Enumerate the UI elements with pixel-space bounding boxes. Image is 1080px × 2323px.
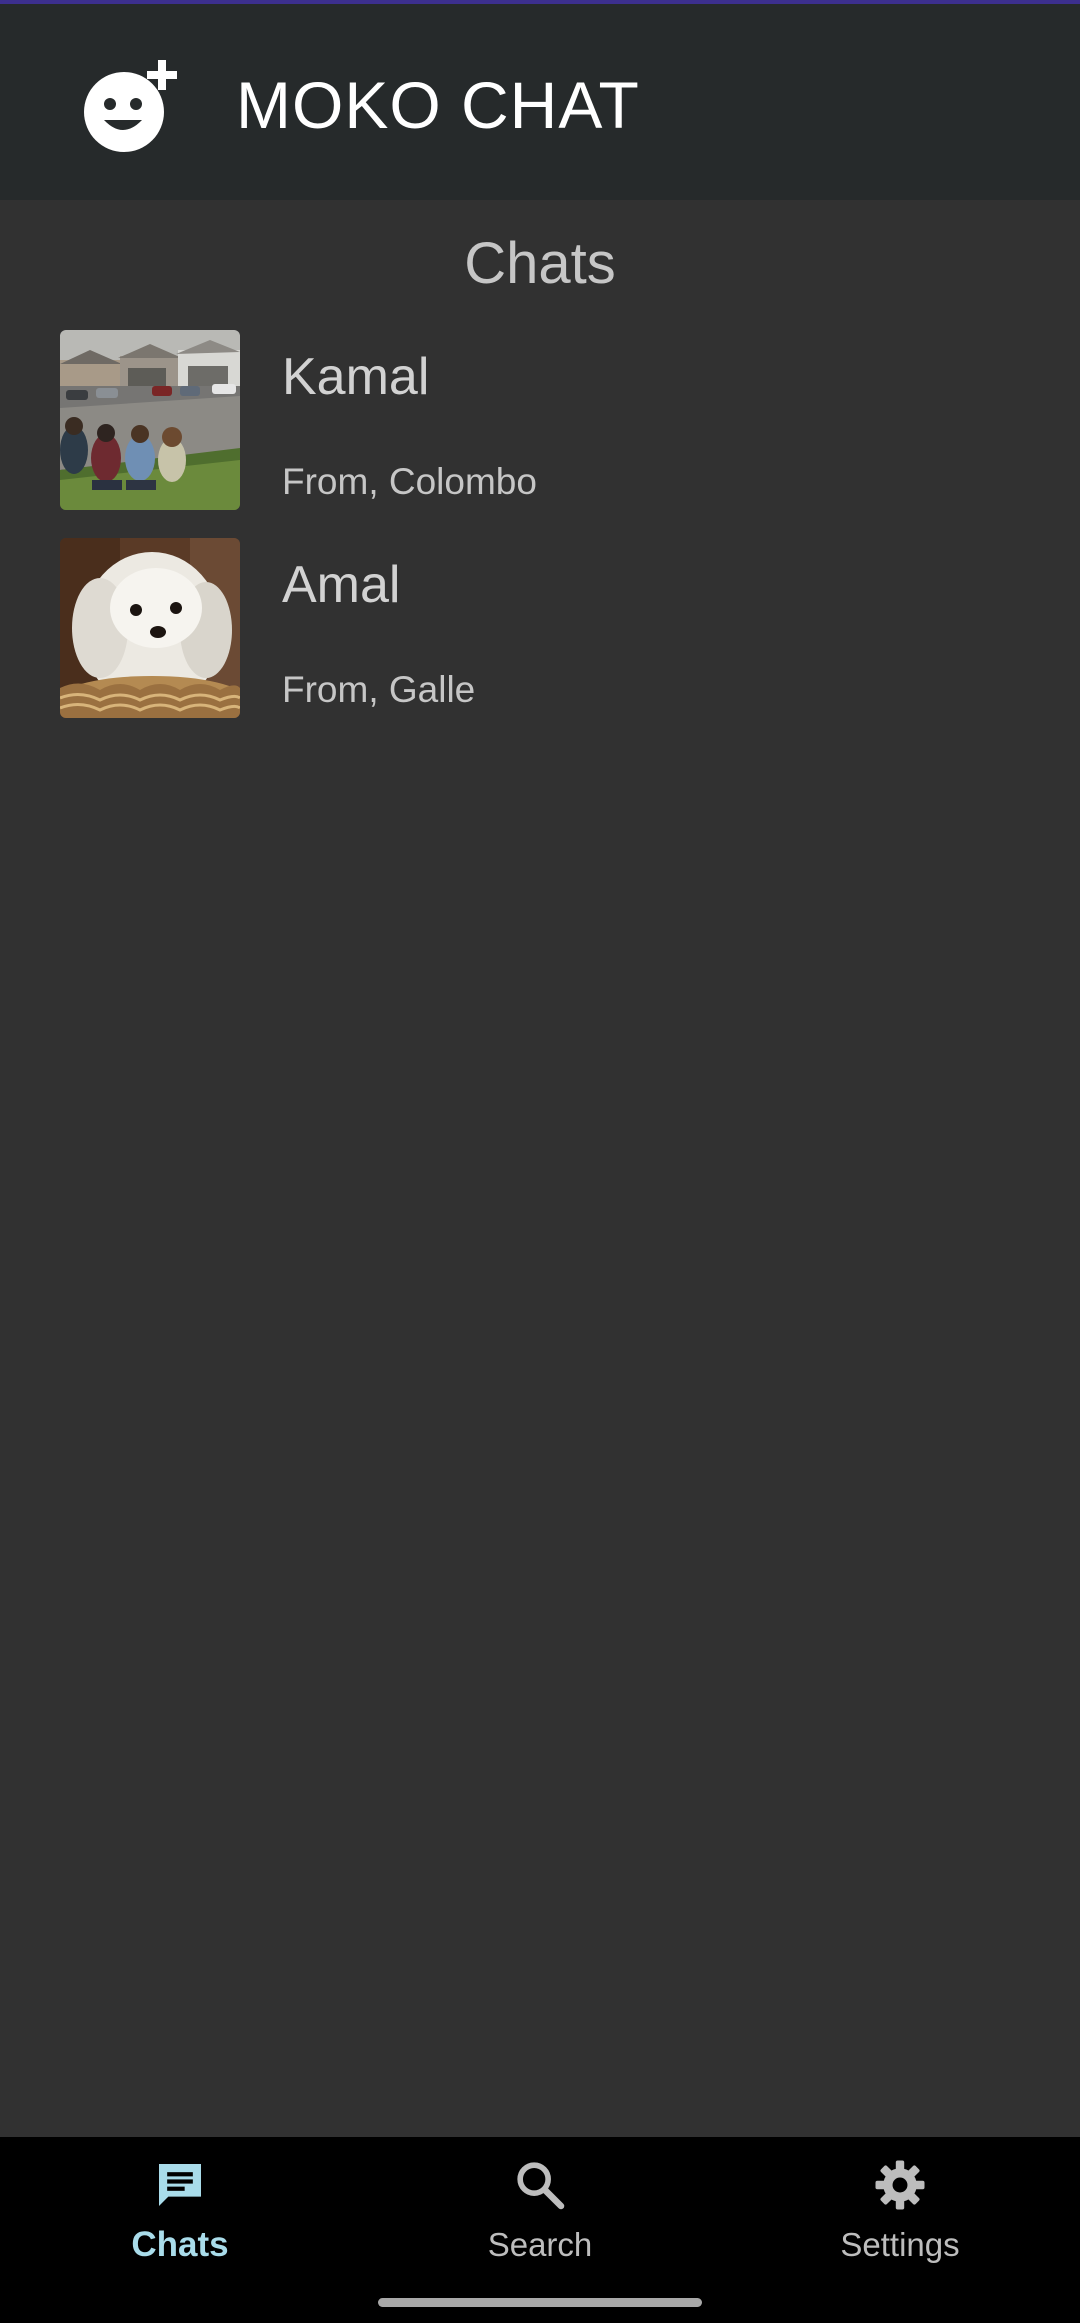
- app-title: MOKO CHAT: [236, 68, 640, 142]
- bottom-navigation: Chats Search Settings: [0, 2137, 1080, 2323]
- contact-location: From, Galle: [282, 669, 476, 710]
- chat-list-item[interactable]: Amal From, Galle: [0, 538, 1080, 728]
- chat-list-item[interactable]: Kamal From, Colombo: [0, 330, 1080, 520]
- app-bar: MOKO CHAT: [0, 4, 1080, 200]
- nav-item-chats[interactable]: Chats: [0, 2137, 360, 2287]
- contact-name: Kamal: [282, 348, 430, 406]
- gear-icon: [872, 2157, 928, 2213]
- home-indicator[interactable]: [378, 2298, 702, 2307]
- search-icon: [512, 2157, 568, 2213]
- nav-label-settings: Settings: [840, 2226, 960, 2263]
- page-title: Chats: [464, 231, 616, 296]
- contact-location: From, Colombo: [282, 461, 537, 502]
- avatar: [60, 330, 240, 510]
- chat-icon: [152, 2157, 208, 2213]
- nav-item-search[interactable]: Search: [360, 2137, 720, 2287]
- contact-name: Amal: [282, 556, 401, 614]
- nav-item-settings[interactable]: Settings: [720, 2137, 1080, 2287]
- face-add-icon[interactable]: [80, 56, 180, 156]
- nav-label-search: Search: [487, 2226, 593, 2263]
- avatar: [60, 538, 240, 718]
- nav-label-chats: Chats: [131, 2225, 229, 2264]
